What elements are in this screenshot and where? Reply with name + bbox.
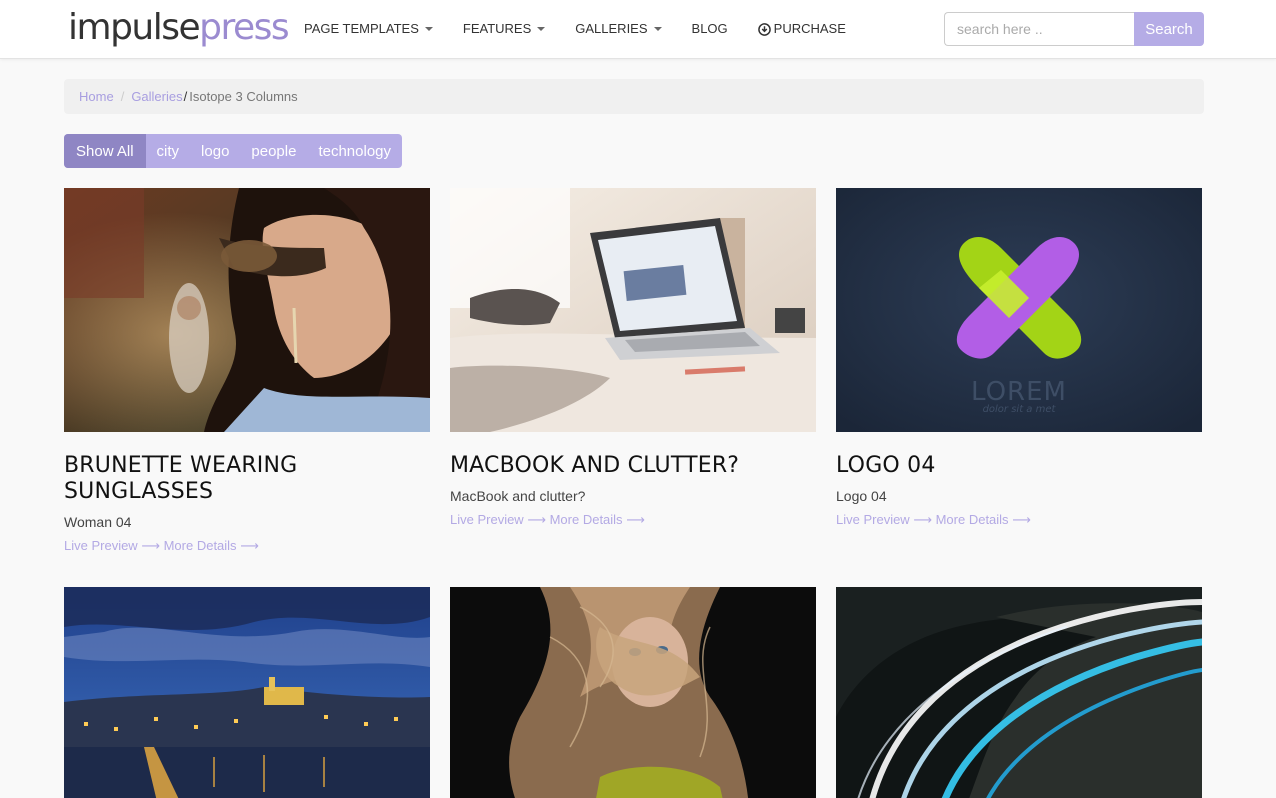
- live-preview-link[interactable]: Live Preview: [450, 512, 524, 527]
- nav-blog[interactable]: BLOG: [692, 20, 728, 38]
- gallery-thumbnail[interactable]: [836, 587, 1202, 798]
- search-button[interactable]: Search: [1134, 12, 1204, 46]
- macbook-desk-photo: [450, 188, 816, 432]
- download-circle-icon: [757, 22, 771, 36]
- gallery-item: [450, 587, 816, 798]
- logo-x-artwork: LOREM dolor sit a met: [836, 188, 1202, 432]
- arrow-right-icon: ⟶: [913, 512, 932, 527]
- live-preview-link[interactable]: Live Preview: [836, 512, 910, 527]
- breadcrumb-home[interactable]: Home: [79, 89, 114, 104]
- gallery-item: MACBOOK AND CLUTTER? MacBook and clutter…: [450, 188, 816, 529]
- arrow-right-icon: ⟶: [527, 512, 546, 527]
- city-night-photo: [64, 587, 430, 798]
- filter-logo[interactable]: logo: [190, 134, 240, 168]
- gallery-item: [64, 587, 430, 798]
- site-header: impulsepress PAGE TEMPLATES FEATURES GAL…: [0, 0, 1276, 59]
- gallery-item-title[interactable]: BRUNETTE WEARING SUNGLASSES: [64, 453, 430, 505]
- logo-image-tagline: dolor sit a met: [983, 404, 1057, 415]
- nav-label: PAGE TEMPLATES: [304, 21, 419, 36]
- search-input[interactable]: [944, 12, 1135, 46]
- more-details-link[interactable]: More Details: [550, 512, 623, 527]
- gallery-item: LOREM dolor sit a met LOGO 04 Logo 04 Li…: [836, 188, 1202, 529]
- gallery-thumbnail[interactable]: [450, 188, 816, 432]
- breadcrumb-separator: /: [120, 89, 125, 104]
- gallery-thumbnail[interactable]: [64, 188, 430, 432]
- main-nav: PAGE TEMPLATES FEATURES GALLERIES BLOG P…: [304, 20, 876, 38]
- gallery-item: BRUNETTE WEARING SUNGLASSES Woman 04 Liv…: [64, 188, 430, 555]
- gallery-thumbnail[interactable]: [450, 587, 816, 798]
- caret-down-icon: [424, 27, 433, 31]
- gallery-item-links: Live Preview ⟶ More Details ⟶: [64, 537, 430, 555]
- filter-technology[interactable]: technology: [307, 134, 402, 168]
- light-trails-road-photo: [836, 587, 1202, 798]
- filter-city[interactable]: city: [146, 134, 191, 168]
- breadcrumb-galleries[interactable]: Galleries: [131, 89, 182, 104]
- gallery-item-subtitle: Woman 04: [64, 514, 132, 530]
- live-preview-link[interactable]: Live Preview: [64, 538, 138, 553]
- nav-page-templates[interactable]: PAGE TEMPLATES: [304, 20, 433, 38]
- gallery-item-title[interactable]: LOGO 04: [836, 453, 1202, 479]
- caret-down-icon: [537, 27, 546, 31]
- nav-purchase[interactable]: PURCHASE: [757, 20, 846, 38]
- gallery-item-links: Live Preview ⟶ More Details ⟶: [450, 511, 816, 529]
- gallery-thumbnail[interactable]: [64, 587, 430, 798]
- nav-label: PURCHASE: [773, 21, 846, 36]
- woman-sunglasses-photo: [64, 188, 430, 432]
- nav-features[interactable]: FEATURES: [462, 20, 546, 38]
- gallery-item-subtitle: Logo 04: [836, 488, 887, 504]
- more-details-link[interactable]: More Details: [164, 538, 237, 553]
- nav-label: GALLERIES: [575, 21, 648, 36]
- more-details-link[interactable]: More Details: [936, 512, 1009, 527]
- breadcrumb-current: Isotope 3 Columns: [189, 89, 298, 104]
- gallery-item-title[interactable]: MACBOOK AND CLUTTER?: [450, 453, 816, 479]
- gallery-item-links: Live Preview ⟶ More Details ⟶: [836, 511, 1202, 529]
- arrow-right-icon: ⟶: [626, 512, 645, 527]
- gallery-item-subtitle: MacBook and clutter?: [450, 488, 586, 504]
- arrow-right-icon: ⟶: [240, 538, 259, 553]
- filter-people[interactable]: people: [240, 134, 307, 168]
- caret-down-icon: [653, 27, 662, 31]
- logo-image-word: LOREM: [971, 377, 1067, 407]
- filter-button-group: Show All city logo people technology: [64, 134, 403, 168]
- nav-label: FEATURES: [462, 21, 532, 36]
- filter-show-all[interactable]: Show All: [64, 134, 146, 168]
- nav-label: BLOG: [691, 21, 728, 36]
- gallery-thumbnail[interactable]: LOREM dolor sit a met: [836, 188, 1202, 432]
- arrow-right-icon: ⟶: [1012, 512, 1031, 527]
- breadcrumb: Home / Galleries / Isotope 3 Columns: [64, 79, 1204, 114]
- logo-part-press: press: [199, 7, 290, 48]
- logo-part-impulse: impulse: [68, 7, 201, 48]
- breadcrumb-separator: /: [183, 89, 188, 104]
- gallery-item: [836, 587, 1202, 798]
- site-logo[interactable]: impulsepress: [68, 7, 290, 48]
- arrow-right-icon: ⟶: [141, 538, 160, 553]
- nav-galleries[interactable]: GALLERIES: [575, 20, 662, 38]
- woman-blowing-hair-photo: [450, 587, 816, 798]
